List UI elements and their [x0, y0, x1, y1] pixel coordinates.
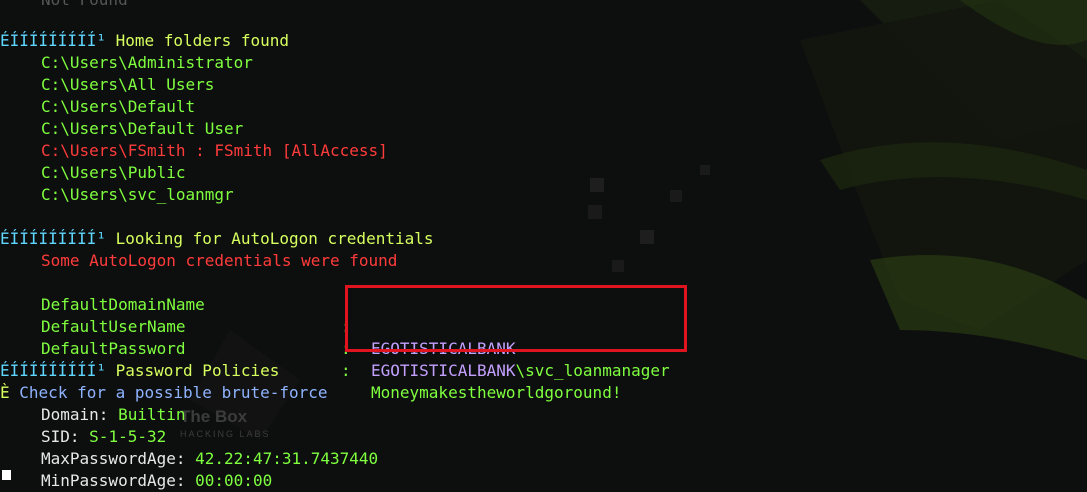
section-header-autologon: ÉÍÍÍÍÍÍÍÍÍ¹ Looking for AutoLogon creden…: [0, 228, 434, 250]
policy-row: SID: S-1-5-32: [0, 426, 166, 448]
header-prefix: ÉÍÍÍÍÍÍÍÍÍ¹: [0, 361, 106, 380]
folder-line: C:\Users\All Users: [41, 75, 215, 94]
autologon-value: EGOTISTICALBANK\svc_loanmanager: [371, 360, 670, 382]
autologon-separator: :: [341, 361, 351, 380]
check-prefix: È: [0, 383, 10, 402]
policy-key: Domain:: [41, 405, 109, 424]
policy-value: Builtin: [118, 405, 186, 424]
terminal-cursor: [2, 470, 11, 480]
policy-key: MinPasswordAge:: [41, 471, 186, 490]
policy-value: S-1-5-32: [89, 427, 167, 446]
value-part: Moneymakestheworldgoround!: [371, 383, 622, 402]
policy-key: MaxPasswordAge:: [41, 449, 186, 468]
policy-value: 00:00:00: [195, 471, 273, 490]
autologon-row: DefaultPassword : Moneymakestheworldgoro…: [41, 316, 621, 402]
folder-line: C:\Users\Default: [41, 97, 196, 116]
folder-line: C:\Users\Default User: [41, 119, 244, 138]
policy-row: MaxPasswordAge: 42.22:47:31.7437440: [0, 448, 378, 470]
policy-row: Domain: Builtin: [0, 404, 186, 426]
header-prefix: ÉÍÍÍÍÍÍÍÍÍ¹: [0, 31, 106, 50]
faded-output-line: Not Found: [0, 0, 128, 11]
autologon-row: DefaultUserName : EGOTISTICALBANK\svc_lo…: [41, 294, 670, 380]
autologon-key: DefaultPassword: [41, 339, 186, 358]
folder-line: C:\Users\svc_loanmgr: [41, 185, 234, 204]
value-part: \svc_loanmanager: [515, 361, 670, 380]
autologon-value: Moneymakestheworldgoround!: [371, 382, 621, 404]
terminal-output: Not Found ÉÍÍÍÍÍÍÍÍÍ¹ Home folders found…: [0, 0, 1087, 490]
policy-value: 42.22:47:31.7437440: [195, 449, 379, 468]
brute-force-check-line: È Check for a possible brute-force: [0, 382, 328, 404]
section-title: Looking for AutoLogon credentials: [115, 229, 434, 248]
folder-line-allaccess: C:\Users\FSmith : FSmith [AllAccess]: [41, 141, 388, 160]
section-title: Home folders found: [115, 31, 289, 50]
section-header-home-folders: ÉÍÍÍÍÍÍÍÍÍ¹ Home folders found: [0, 30, 289, 52]
section-title: Password Policies: [115, 361, 280, 380]
domain-part: EGOTISTICALBANK: [371, 361, 516, 380]
section-header-password-policies: ÉÍÍÍÍÍÍÍÍÍ¹ Password Policies: [0, 360, 279, 382]
policy-key: SID:: [41, 427, 80, 446]
policy-row: MinPasswordAge: 00:00:00: [0, 470, 272, 492]
header-prefix: ÉÍÍÍÍÍÍÍÍÍ¹: [0, 229, 106, 248]
folder-line: C:\Users\Administrator: [41, 53, 253, 72]
check-text: Check for a possible brute-force: [19, 383, 328, 402]
credential-highlight-box: [345, 285, 687, 352]
autologon-row: DefaultDomainName : EGOTISTICALBANK: [41, 272, 516, 358]
autologon-found-message: Some AutoLogon credentials were found: [41, 251, 398, 270]
folder-line: C:\Users\Public: [41, 163, 186, 182]
